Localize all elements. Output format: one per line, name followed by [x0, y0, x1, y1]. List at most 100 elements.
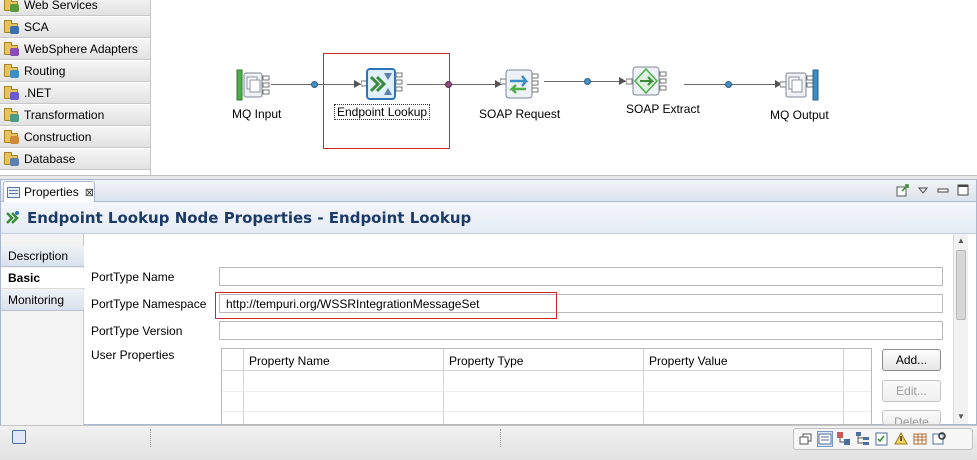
connection-handle[interactable]	[445, 81, 452, 88]
edit-button[interactable]: Edit...	[882, 380, 941, 402]
tab-properties[interactable]: Properties ⊠	[3, 181, 95, 202]
palette-item-database[interactable]: Database	[0, 149, 150, 170]
porttype-name-field[interactable]	[219, 267, 943, 286]
palette-item-label: Construction	[24, 130, 92, 144]
connection-handle[interactable]	[311, 81, 318, 88]
search-icon[interactable]	[931, 431, 947, 447]
status-grip	[150, 429, 153, 447]
node-soap-extract[interactable]: SOAP Extract	[626, 64, 700, 116]
node-label: SOAP Extract	[626, 102, 700, 116]
palette-item-label: SCA	[24, 20, 49, 34]
palette-item-label: Web Services	[24, 0, 98, 12]
side-tab-monitoring[interactable]: Monitoring	[1, 290, 84, 311]
connection-line[interactable]	[407, 84, 502, 85]
connection-arrow	[354, 80, 361, 88]
palette-item-dotnet[interactable]: .NET	[0, 83, 150, 104]
properties-side-tabs: Description Basic Monitoring	[1, 234, 85, 426]
folder-transformation-icon	[4, 108, 20, 122]
flow-editor-canvas[interactable]: MQ Input Endpoint Lookup SOAP Request SO…	[152, 0, 977, 175]
palette-item-websphere-adapters[interactable]: WebSphere Adapters	[0, 39, 150, 60]
table-column-divider	[243, 349, 244, 424]
minimize-icon[interactable]	[936, 183, 950, 197]
scroll-down-icon[interactable]: ▼	[954, 410, 968, 424]
table-row[interactable]	[222, 391, 871, 392]
add-button[interactable]: Add...	[882, 349, 941, 371]
editor-area-icon[interactable]	[817, 431, 833, 447]
mq-input-icon	[236, 69, 270, 101]
palette-item-label: Database	[24, 152, 76, 166]
palette-item-web-services[interactable]: Web Services	[0, 0, 150, 16]
connection-handle[interactable]	[584, 78, 591, 85]
endpoint-lookup-icon	[6, 210, 19, 224]
table-row[interactable]	[222, 411, 871, 412]
porttype-name-label: PortType Name	[91, 270, 175, 284]
restore-icon[interactable]	[798, 431, 814, 447]
palette-item-label: WebSphere Adapters	[24, 42, 138, 56]
problems-icon[interactable]	[893, 431, 909, 447]
node-mq-input[interactable]: MQ Input	[232, 68, 281, 121]
node-endpoint-lookup[interactable]: Endpoint Lookup	[334, 67, 431, 120]
palette-item-label: Routing	[24, 64, 66, 78]
folder-dotnet-icon	[4, 86, 20, 100]
tab-label: Properties	[24, 185, 79, 199]
scroll-up-icon[interactable]: ▲	[954, 234, 968, 248]
page-title: Endpoint Lookup Node Properties - Endpoi…	[27, 208, 472, 227]
node-label: Endpoint Lookup	[334, 104, 431, 120]
perspective-toolbar	[793, 428, 973, 450]
folder-sca-icon	[4, 20, 20, 34]
column-header-property-type[interactable]: Property Type	[449, 354, 523, 368]
vertical-scrollbar[interactable]: ▲ ▼	[953, 234, 968, 424]
view-toolbar	[896, 183, 970, 197]
connection-handle[interactable]	[725, 81, 732, 88]
delete-button[interactable]: Delete	[882, 410, 941, 425]
folder-routing-icon	[4, 64, 20, 78]
fast-view-icon[interactable]	[12, 430, 26, 444]
side-tab-description[interactable]: Description	[1, 246, 84, 267]
palette-item-transformation[interactable]: Transformation	[0, 105, 150, 126]
table-column-divider	[443, 349, 444, 424]
maximize-icon[interactable]	[956, 183, 970, 197]
node-mq-output[interactable]: MQ Output	[770, 68, 829, 122]
folder-construction-icon	[4, 130, 20, 144]
folder-web-services-icon	[4, 0, 20, 12]
tasks-icon[interactable]	[874, 431, 890, 447]
properties-header: Endpoint Lookup Node Properties - Endpoi…	[1, 202, 976, 234]
connection-line[interactable]	[684, 84, 782, 85]
user-properties-table[interactable]: Property Name Property Type Property Val…	[221, 348, 872, 425]
soap-extract-icon	[626, 66, 667, 96]
view-menu-icon[interactable]	[916, 183, 930, 197]
palette-item-label: .NET	[24, 86, 52, 100]
namespace-highlight	[215, 292, 557, 319]
porttype-version-field[interactable]	[219, 321, 943, 340]
palette-drawer: Web Services SCA WebSphere Adapters Rout…	[0, 0, 151, 175]
palette-item-construction[interactable]: Construction	[0, 127, 150, 148]
table-column-divider	[843, 349, 844, 424]
user-properties-label: User Properties	[91, 348, 175, 362]
table-view-icon[interactable]	[912, 431, 928, 447]
close-icon[interactable]: ⊠	[85, 186, 94, 199]
folder-websphere-adapters-icon	[4, 42, 20, 56]
column-header-property-name[interactable]: Property Name	[249, 354, 330, 368]
side-tab-basic[interactable]: Basic	[1, 268, 85, 289]
palette-item-sca[interactable]: SCA	[0, 17, 150, 38]
endpoint-lookup-icon	[361, 68, 403, 100]
palette-item-label: Transformation	[24, 108, 105, 122]
connection-arrow	[619, 77, 626, 85]
porttype-version-label: PortType Version	[91, 324, 183, 338]
porttype-namespace-label: PortType Namespace	[91, 297, 207, 311]
outline-icon[interactable]	[836, 431, 852, 447]
node-label: MQ Output	[770, 108, 829, 122]
node-label: SOAP Request	[479, 107, 561, 121]
properties-icon	[7, 186, 20, 198]
status-grip	[500, 429, 503, 447]
mq-output-icon	[780, 69, 819, 101]
palette-item-routing[interactable]: Routing	[0, 61, 150, 82]
status-bar	[0, 425, 977, 460]
view-tab-bar: Properties ⊠	[1, 180, 976, 202]
node-soap-request[interactable]: SOAP Request	[479, 67, 560, 121]
scroll-thumb[interactable]	[956, 250, 966, 320]
column-header-property-value[interactable]: Property Value	[649, 354, 728, 368]
pin-icon[interactable]	[896, 183, 910, 197]
hierarchy-icon[interactable]	[855, 431, 871, 447]
table-column-divider	[643, 349, 644, 424]
